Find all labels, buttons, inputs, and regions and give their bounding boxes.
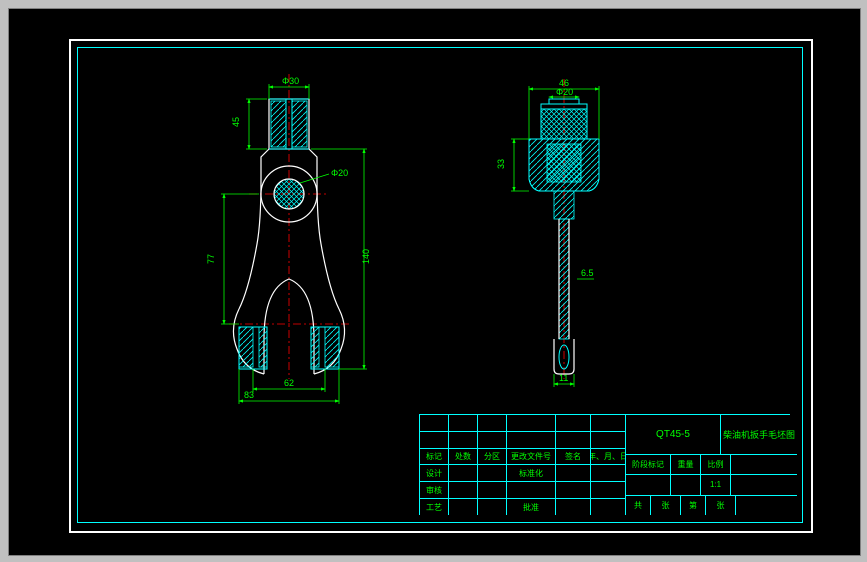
drawing-title: 柴油机扳手毛坯图	[721, 415, 797, 454]
titleblock-left: 标记 处数 分区 更改文件号 签名 年、月、日 设计 标准化 审核	[420, 415, 626, 515]
tb-scale: 1:1	[701, 475, 731, 494]
titleblock-right: QT45-5 柴油机扳手毛坯图 阶段标记 重量 比例 1:1 共 张 第 张	[626, 415, 797, 515]
dim-bottom-inner: 62	[284, 378, 294, 388]
tb-c1: 标准化	[507, 465, 556, 481]
dim-top-width: Φ30	[282, 76, 299, 86]
dim-circle: Φ20	[331, 168, 348, 178]
left-view: Φ30 45 77 140 Φ20 62	[206, 74, 371, 404]
titleblock: 标记 处数 分区 更改文件号 签名 年、月、日 设计 标准化 审核	[419, 414, 790, 515]
tb-h1: 标记	[420, 449, 449, 465]
tb-h5: 签名	[556, 449, 591, 465]
tb-c2: 批准	[507, 499, 556, 515]
dim-left-lower: 77	[206, 254, 216, 264]
tb-l1: 阶段标记	[626, 455, 671, 474]
tb-s1: 共	[626, 496, 651, 515]
cad-canvas[interactable]: Φ30 45 77 140 Φ20 62	[8, 8, 861, 556]
right-view: 46 Φ20 33 6.5 11	[496, 78, 599, 387]
tb-l2: 重量	[671, 455, 701, 474]
dim-right-height: 140	[361, 249, 371, 264]
dim-bottom-outer: 83	[244, 390, 254, 400]
material-code: QT45-5	[626, 415, 721, 454]
tb-h3: 分区	[478, 449, 507, 465]
dim-r-inner: Φ20	[556, 87, 573, 97]
tb-r1: 设计	[420, 465, 449, 481]
tb-s4: 张	[706, 496, 736, 515]
tb-h4: 更改文件号	[507, 449, 556, 465]
dim-r-bottom: 11	[559, 373, 568, 383]
tb-h2: 处数	[449, 449, 478, 465]
tb-s3: 第	[681, 496, 706, 515]
tb-l3: 比例	[701, 455, 731, 474]
dim-r-left: 33	[496, 159, 506, 169]
tb-h6: 年、月、日	[591, 449, 625, 465]
tb-r3: 工艺	[420, 499, 449, 515]
dim-left-upper: 45	[231, 117, 241, 127]
dim-r-slot: 6.5	[581, 268, 594, 278]
tb-r2: 审核	[420, 482, 449, 498]
tb-s2: 张	[651, 496, 681, 515]
